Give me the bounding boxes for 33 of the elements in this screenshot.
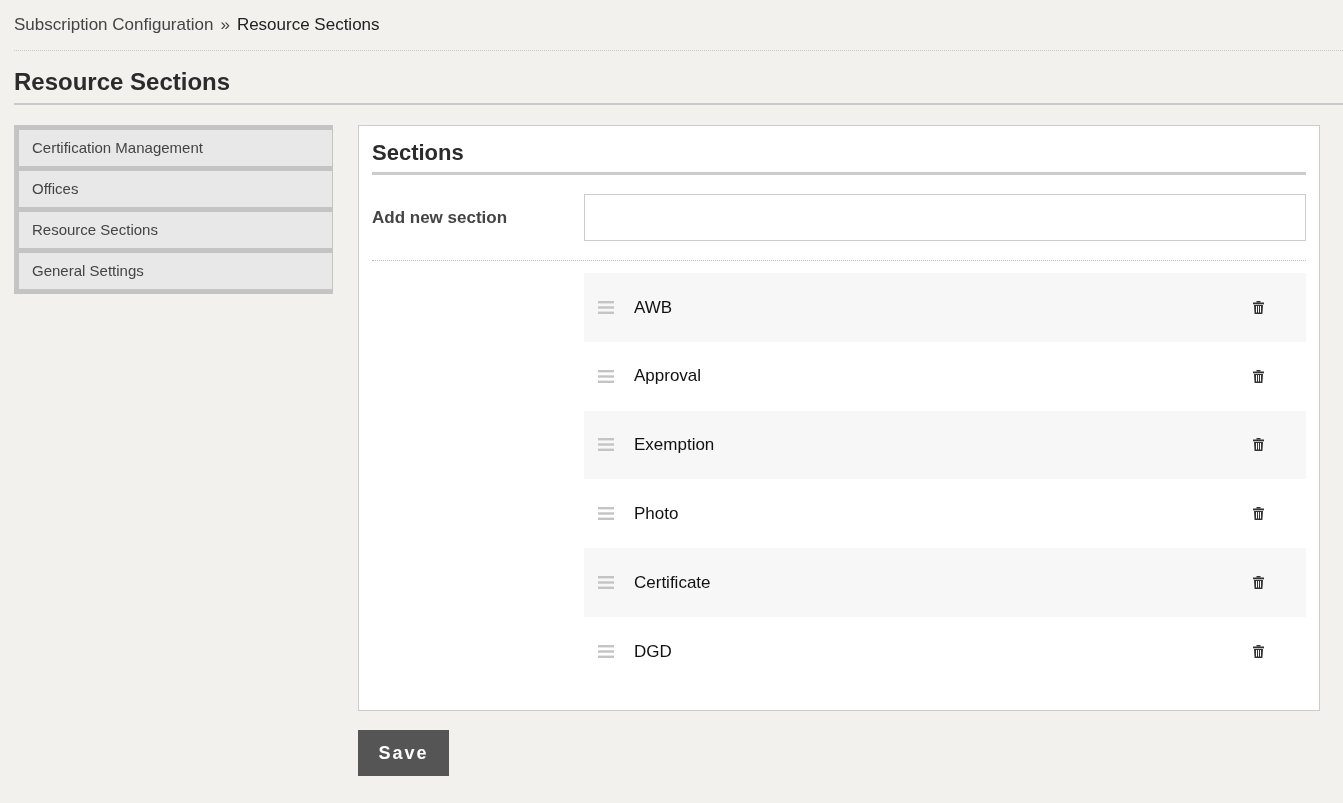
section-row[interactable]: Exemption	[584, 410, 1306, 480]
page-title: Resource Sections	[14, 51, 1343, 105]
trash-icon[interactable]	[1253, 507, 1264, 521]
section-name: Certificate	[634, 571, 712, 594]
trash-icon[interactable]	[1253, 576, 1264, 590]
drag-handle-icon[interactable]	[598, 300, 614, 314]
sidebar-item[interactable]: Resource Sections	[19, 212, 332, 248]
sidebar-item[interactable]: Certification Management	[19, 130, 332, 166]
sidebar-item[interactable]: General Settings	[19, 253, 332, 289]
breadcrumb-current: Resource Sections	[236, 14, 380, 37]
panel-title: Sections	[372, 138, 1306, 175]
trash-icon[interactable]	[1253, 369, 1264, 383]
drag-handle-icon[interactable]	[598, 438, 614, 452]
input-field[interactable]	[583, 194, 1306, 241]
trash-icon[interactable]	[1253, 644, 1264, 658]
field-label: Add new section	[372, 206, 509, 229]
drag-handle-icon[interactable]	[598, 507, 614, 521]
section-name: Exemption	[634, 434, 716, 457]
trash-icon[interactable]	[1253, 300, 1264, 314]
drag-handle-icon[interactable]	[598, 644, 614, 658]
drag-handle-icon[interactable]	[598, 576, 614, 590]
section-row[interactable]: AWB	[584, 273, 1306, 342]
section-name: Photo	[634, 503, 680, 526]
section-name: AWB	[634, 296, 674, 319]
section-name: DGD	[634, 640, 673, 663]
section-row[interactable]: Certificate	[584, 548, 1306, 617]
section-name: Approval	[634, 365, 703, 388]
save-button[interactable]: Save	[358, 730, 449, 776]
breadcrumb-link[interactable]: Subscription Configuration	[14, 12, 214, 38]
breadcrumb-separator: »	[220, 14, 230, 37]
trash-icon[interactable]	[1253, 438, 1264, 452]
sidebar-item[interactable]: Offices	[19, 171, 332, 207]
drag-handle-icon[interactable]	[598, 369, 614, 383]
